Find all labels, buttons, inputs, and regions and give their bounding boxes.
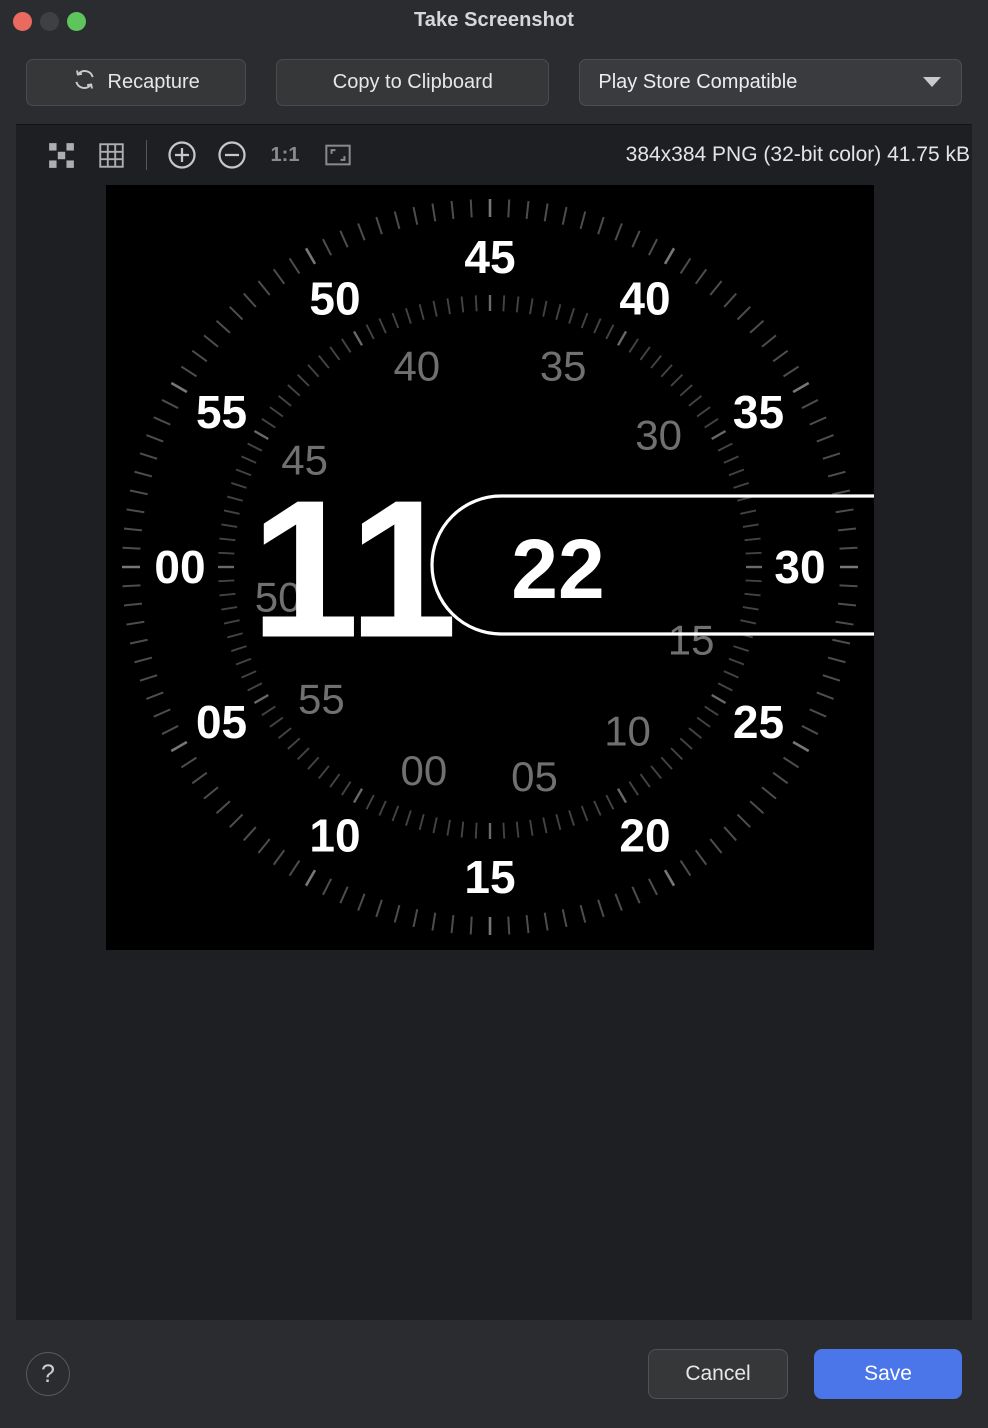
svg-text:20: 20 — [619, 809, 670, 861]
cancel-label: Cancel — [685, 1362, 751, 1385]
one-to-one-icon: 1:1 — [270, 143, 300, 166]
cancel-button[interactable]: Cancel — [648, 1349, 788, 1399]
zoom-in-icon — [167, 140, 197, 170]
image-toolbar: 1:1 384x384 PNG (32-bit color) 41.75 kB — [16, 125, 972, 185]
svg-text:10: 10 — [309, 809, 360, 861]
fit-to-window-button[interactable] — [313, 133, 363, 177]
recapture-label: Recapture — [107, 70, 200, 93]
checkerboard-toggle[interactable] — [36, 133, 86, 177]
save-label: Save — [864, 1362, 912, 1385]
title-bar: Take Screenshot — [0, 0, 988, 44]
svg-text:00: 00 — [401, 747, 448, 794]
svg-text:10: 10 — [604, 707, 651, 754]
copy-to-clipboard-button[interactable]: Copy to Clipboard — [276, 58, 550, 106]
fit-screen-icon — [324, 141, 352, 169]
watchface-svg: 50 45 40 35 30 25 20 15 10 05 00 55 40 35 30 15 10 05 00 55… — [122, 199, 874, 935]
question-mark-icon: ? — [41, 1359, 55, 1388]
toolbar-divider — [146, 140, 147, 170]
format-dropdown[interactable]: Play Store Compatible — [579, 58, 962, 106]
help-button[interactable]: ? — [26, 1352, 70, 1396]
svg-text:45: 45 — [464, 231, 515, 283]
zoom-out-icon — [217, 140, 247, 170]
window-title: Take Screenshot — [413, 9, 575, 31]
save-button[interactable]: Save — [814, 1349, 962, 1399]
refresh-icon — [73, 68, 96, 97]
svg-text:40: 40 — [619, 273, 670, 325]
image-panel: 1:1 384x384 PNG (32-bit color) 41.75 kB … — [16, 124, 972, 1320]
svg-text:05: 05 — [196, 696, 247, 748]
svg-text:55: 55 — [298, 675, 345, 722]
dialog-footer: ? Cancel Save — [0, 1320, 988, 1428]
svg-text:30: 30 — [635, 412, 682, 459]
svg-text:11: 11 — [250, 460, 457, 679]
svg-text:30: 30 — [774, 541, 825, 593]
image-canvas[interactable]: 50 45 40 35 30 25 20 15 10 05 00 55 40 35 30 15 10 05 00 55… — [16, 185, 972, 1320]
actual-size-button[interactable]: 1:1 — [257, 133, 313, 177]
svg-text:22: 22 — [511, 522, 604, 616]
grid-toggle[interactable] — [86, 133, 136, 177]
svg-text:35: 35 — [540, 342, 587, 389]
svg-text:40: 40 — [393, 342, 440, 389]
watchface-preview-image: 50 45 40 35 30 25 20 15 10 05 00 55 40 35 30 15 10 05 00 55… — [106, 185, 874, 950]
svg-text:55: 55 — [196, 386, 247, 438]
svg-text:35: 35 — [733, 386, 784, 438]
checkerboard-icon — [48, 142, 75, 169]
svg-text:05: 05 — [511, 753, 558, 800]
svg-text:15: 15 — [464, 851, 515, 903]
copy-to-clipboard-label: Copy to Clipboard — [332, 70, 493, 93]
svg-text:50: 50 — [309, 273, 360, 325]
chevron-down-icon — [923, 77, 941, 87]
image-metadata: 384x384 PNG (32-bit color) 41.75 kB — [625, 143, 970, 166]
svg-text:15: 15 — [668, 617, 715, 664]
svg-text:00: 00 — [154, 541, 205, 593]
zoom-out-button[interactable] — [207, 133, 257, 177]
grid-icon — [98, 142, 125, 169]
action-bar: Recapture Copy to Clipboard Play Store C… — [0, 44, 988, 120]
zoom-in-button[interactable] — [157, 133, 207, 177]
format-dropdown-value: Play Store Compatible — [598, 70, 798, 93]
recapture-button[interactable]: Recapture — [26, 58, 247, 106]
svg-text:25: 25 — [733, 696, 784, 748]
